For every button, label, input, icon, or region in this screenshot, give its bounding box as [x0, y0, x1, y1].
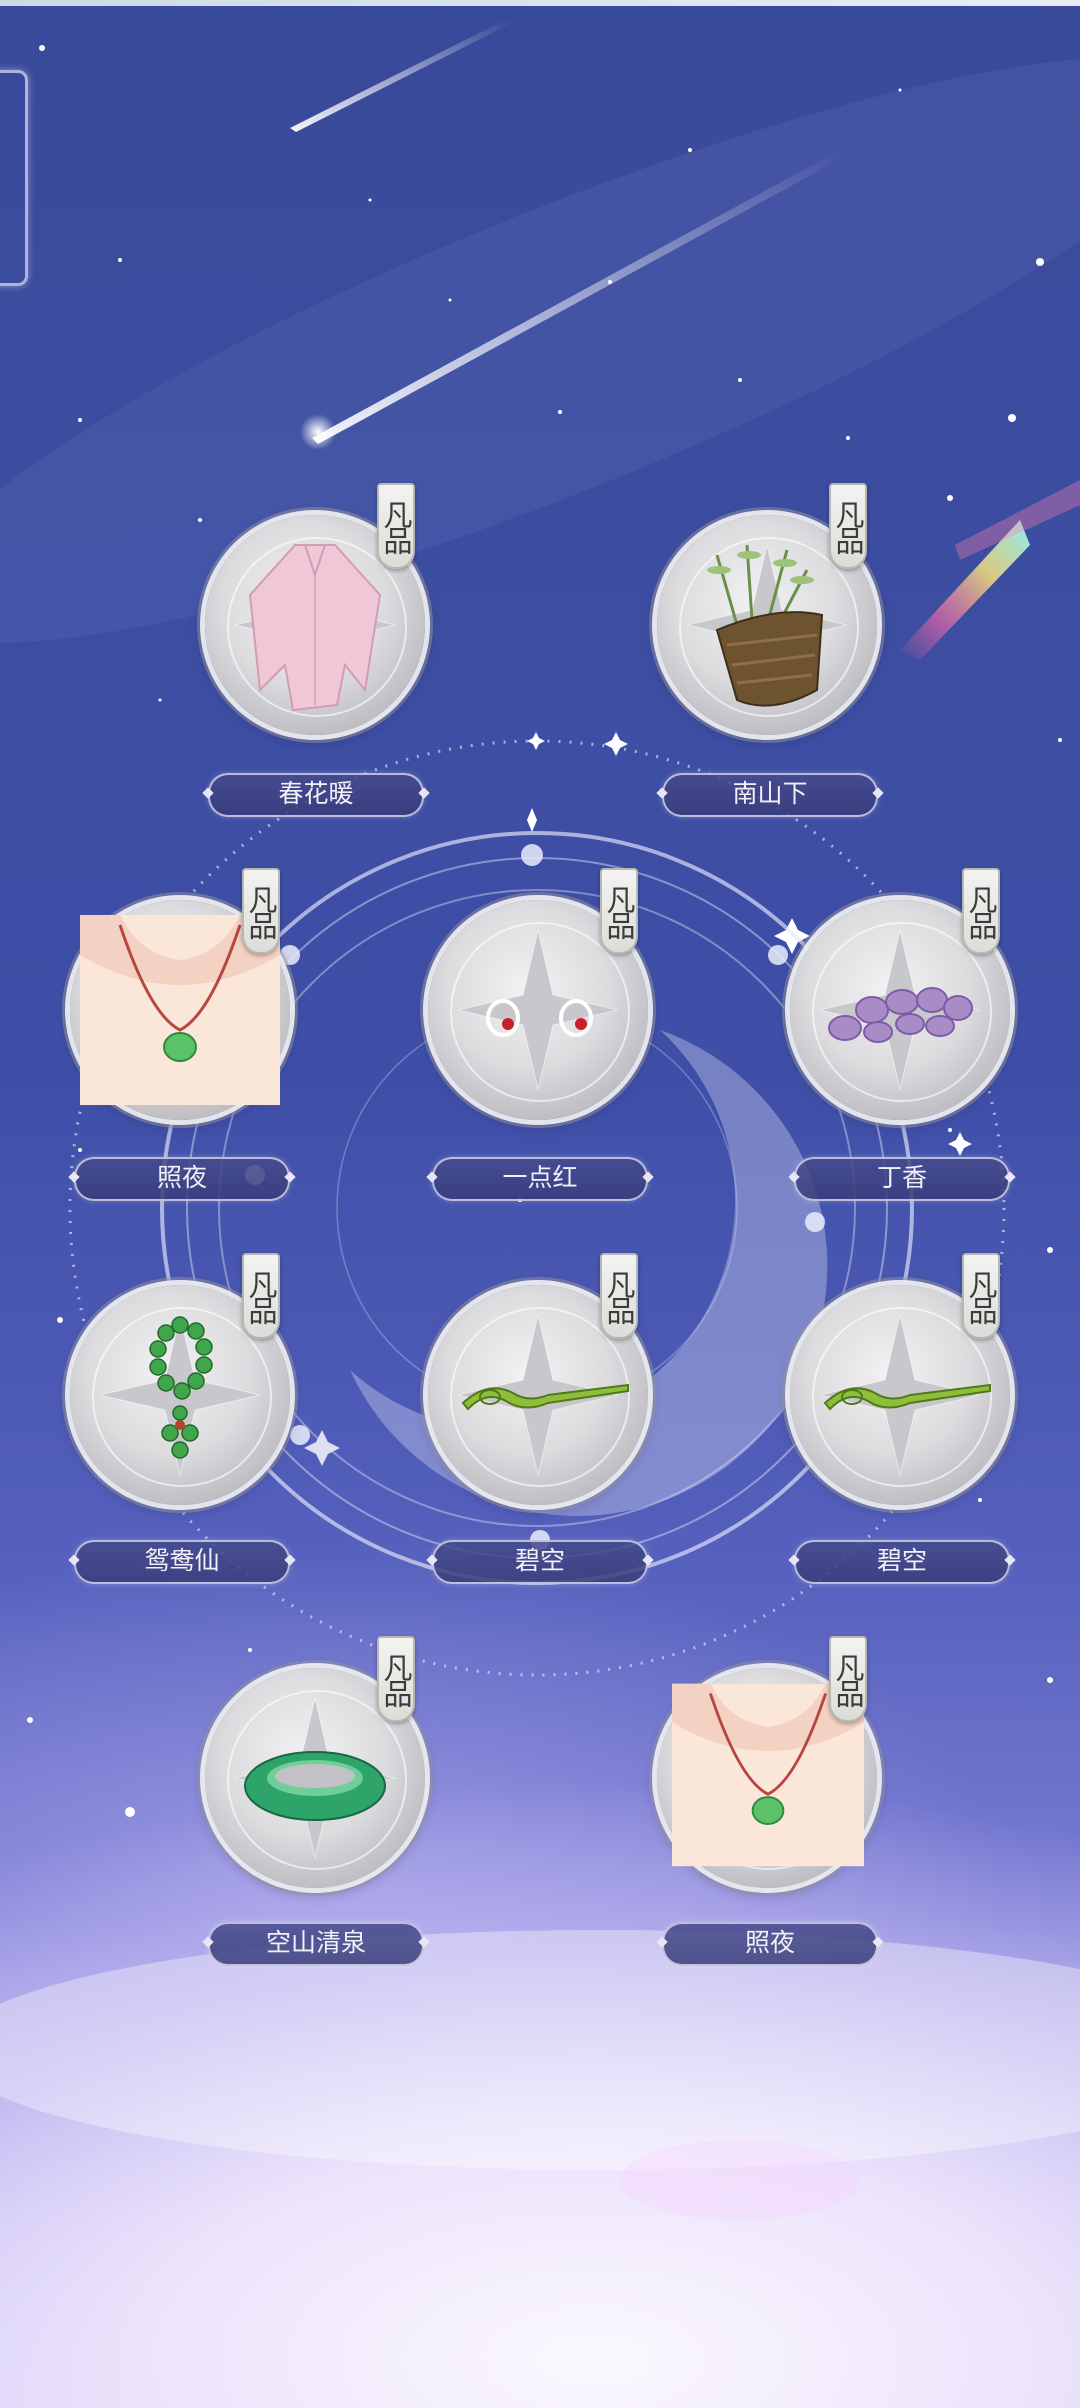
grade-badge: 凡品	[377, 1636, 415, 1722]
item-name-label: 照夜	[74, 1157, 290, 1201]
item-name-label: 鸳鸯仙	[74, 1540, 290, 1584]
item-name-label: 一点红	[432, 1157, 648, 1201]
item-name-label: 碧空	[794, 1540, 1010, 1584]
grade-badge: 凡品	[377, 483, 415, 569]
item-name-label: 碧空	[432, 1540, 648, 1584]
grade-badge: 凡品	[962, 868, 1000, 954]
item-name-label: 丁香	[794, 1157, 1010, 1201]
item-slot-nanshanxia[interactable]: 凡品	[647, 483, 887, 745]
item-slot-yuanyangxian[interactable]: 凡品	[60, 1253, 300, 1515]
item-name-label: 春花暖	[208, 773, 424, 817]
item-name-label: 空山清泉	[208, 1922, 424, 1966]
grade-badge: 凡品	[829, 483, 867, 569]
item-slot-bikong-2[interactable]: 凡品	[780, 1253, 1020, 1515]
item-slot-zhaoye-2[interactable]: 凡品	[647, 1636, 887, 1898]
grade-badge: 凡品	[242, 868, 280, 954]
grade-badge: 凡品	[962, 1253, 1000, 1339]
item-name-label: 南山下	[662, 773, 878, 817]
item-slot-zhaoye[interactable]: 凡品	[60, 868, 300, 1130]
grade-badge: 凡品	[600, 1253, 638, 1339]
item-slot-dingxiang[interactable]: 凡品	[780, 868, 1020, 1130]
item-slot-yidianhong[interactable]: 凡品	[418, 868, 658, 1130]
item-slot-chunhuanuan[interactable]: 凡品	[195, 483, 435, 745]
grade-badge: 凡品	[242, 1253, 280, 1339]
grade-badge: 凡品	[829, 1636, 867, 1722]
astrolabe-rings	[68, 739, 1006, 1677]
item-slot-kongshanqingquan[interactable]: 凡品	[195, 1636, 435, 1898]
item-name-label: 照夜	[662, 1922, 878, 1966]
grade-badge: 凡品	[600, 868, 638, 954]
item-slot-bikong-1[interactable]: 凡品	[418, 1253, 658, 1515]
